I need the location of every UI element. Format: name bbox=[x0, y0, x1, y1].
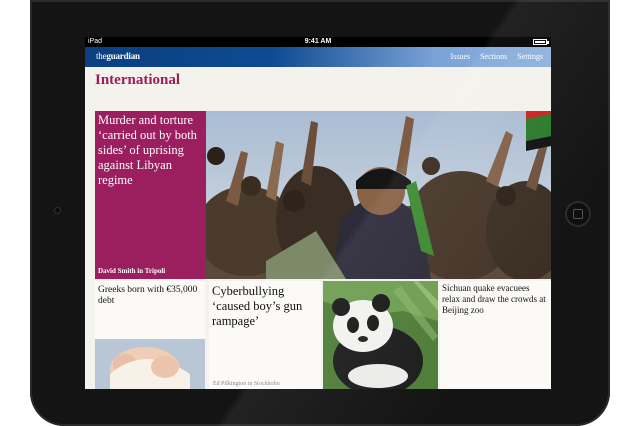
home-button[interactable] bbox=[567, 203, 589, 225]
ipad-screen: iPad 9:41 AM theguardian Issues Sections… bbox=[85, 37, 551, 389]
guardian-logo[interactable]: theguardian bbox=[96, 51, 140, 61]
nav-links: Issues Sections Settings bbox=[451, 52, 543, 61]
lead-story-card[interactable]: Murder and torture ‘carried out by both … bbox=[95, 111, 206, 279]
nav-sections[interactable]: Sections bbox=[480, 52, 507, 61]
front-camera bbox=[55, 208, 60, 213]
lead-photo[interactable] bbox=[206, 111, 551, 279]
app-navbar: theguardian Issues Sections Settings bbox=[85, 47, 551, 67]
story-card-cyberbullying[interactable]: Cyberbullying ‘caused boy’s gun rampage’… bbox=[209, 281, 321, 389]
story-card-sichuan[interactable]: Sichuan quake evacuees relax and draw th… bbox=[440, 281, 551, 389]
story-byline: Ed Pilkington in Stockholm bbox=[213, 381, 280, 387]
lead-byline: David Smith in Tripoli bbox=[98, 267, 166, 275]
story-card-greece[interactable]: Greeks born with €35,000 debt bbox=[95, 281, 205, 389]
story-card-panda-photo[interactable] bbox=[323, 281, 438, 389]
crowd-photo-illustration bbox=[206, 111, 551, 279]
nav-issues[interactable]: Issues bbox=[451, 52, 471, 61]
status-bar: iPad 9:41 AM bbox=[85, 37, 551, 47]
panda-photo bbox=[323, 281, 438, 389]
nav-settings[interactable]: Settings bbox=[517, 52, 543, 61]
status-time: 9:41 AM bbox=[304, 38, 332, 45]
story-headline: Greeks born with €35,000 debt bbox=[98, 285, 198, 306]
page-title: International bbox=[95, 72, 181, 88]
baby-photo bbox=[95, 339, 205, 389]
story-headline: Cyberbullying ‘caused boy’s gun rampage’ bbox=[212, 284, 303, 328]
story-headline: Sichuan quake evacuees relax and draw th… bbox=[442, 283, 546, 315]
lead-headline: Murder and torture ‘carried out by both … bbox=[98, 113, 197, 187]
battery-icon bbox=[533, 39, 549, 45]
home-button-square-icon bbox=[573, 209, 583, 219]
